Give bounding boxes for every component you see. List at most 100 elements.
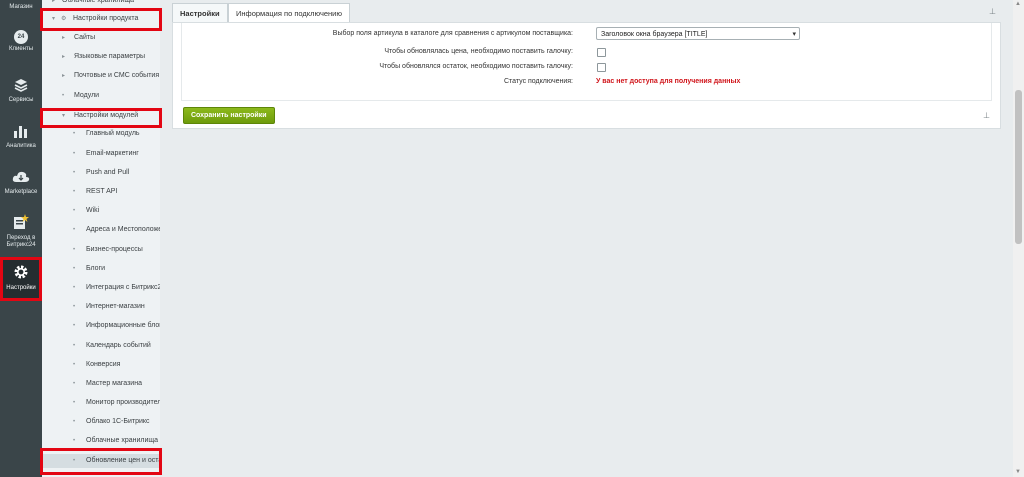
tab-settings[interactable]: Настройки	[172, 3, 228, 23]
nav-item-label: Магазин	[9, 4, 33, 10]
scrollbar-thumb[interactable]	[1015, 90, 1022, 244]
tree-item-calendar[interactable]: • Календарь событий	[42, 339, 160, 353]
tab-connection-info[interactable]: Информация по подключению	[228, 3, 350, 23]
nav-item-analytics[interactable]: Аналитика	[0, 124, 42, 152]
expand-arrow-icon: ▾	[52, 16, 56, 22]
nav-item-label: Битрикс24	[6, 242, 36, 248]
scroll-down-icon[interactable]: ▼	[1015, 469, 1021, 475]
nav-item-settings[interactable]: Настройки	[0, 259, 42, 298]
form-table: Выбор поля артикула в каталоге для сравн…	[181, 23, 992, 101]
bullet-icon: •	[73, 458, 76, 464]
tree-item-sites[interactable]: ▸ Сайты	[42, 31, 160, 45]
bullet-icon: •	[73, 343, 76, 349]
settings-card: Выбор поля артикула в каталоге для сравн…	[172, 22, 1001, 129]
page-scrollbar[interactable]: ▲ ▼	[1013, 0, 1024, 477]
tree-item-conversion[interactable]: • Конверсия	[42, 358, 160, 372]
tree-item-label: Языковые параметры	[74, 53, 145, 60]
tree-item-label: Облако 1С-Битрикс	[86, 418, 150, 425]
tree-item-label: Информационные блоки	[86, 322, 160, 329]
tree-item-perfmon[interactable]: • Монитор производительности	[42, 396, 160, 410]
nav-item-clients[interactable]: 24 Клиенты	[0, 30, 42, 60]
tree-item-bitrix-cloud[interactable]: • Облако 1С-Битрикс	[42, 415, 160, 429]
nav-item-bitrix24[interactable]: Переход в Битрикс24	[0, 214, 42, 250]
tree-item-label: Модули	[74, 92, 100, 99]
article-field-select[interactable]: Заголовок окна браузера [TITLE] ▾	[596, 27, 800, 40]
tree-item-label: Мастер магазина	[86, 380, 142, 387]
tree-item-label: Сайты	[74, 34, 96, 41]
tree-item-cloud-storage[interactable]: • Облачные хранилища	[42, 434, 160, 448]
bullet-icon: •	[73, 438, 76, 444]
tree-item-blogs[interactable]: • Блоги	[42, 262, 160, 276]
nav-item-services[interactable]: Сервисы	[0, 78, 42, 106]
bullet-icon: •	[62, 93, 65, 99]
nav-item-label: Аналитика	[6, 143, 36, 149]
tree-item-product-settings[interactable]: ▾ ⚙ Настройки продукта	[42, 12, 160, 26]
collapse-arrow-icon: ▸	[62, 73, 66, 79]
tree-item-label: REST API	[86, 188, 118, 195]
tree-item-bitrix24-integration[interactable]: • Интеграция с Битрикс24	[42, 281, 160, 295]
analytics-icon	[0, 124, 42, 141]
admin-tree-menu: ▸ Облачные хранилища ▾ ⚙ Настройки проду…	[42, 0, 161, 477]
collapse-arrow-icon: ▸	[62, 54, 66, 60]
bullet-icon: •	[73, 285, 76, 291]
tree-item-language[interactable]: ▸ Языковые параметры	[42, 50, 160, 64]
settings-tabs: Настройки Информация по подключению ⊥	[172, 3, 1001, 23]
update-price-checkbox[interactable]	[597, 48, 606, 57]
bullet-icon: •	[73, 247, 76, 253]
tree-item-cloud-storage-top[interactable]: ▸ Облачные хранилища	[42, 0, 160, 8]
nav-item-label: Marketplace	[4, 189, 38, 195]
field-label: Чтобы обновлялась цена, необходимо поста…	[384, 48, 573, 55]
services-icon	[0, 78, 42, 95]
bullet-icon: •	[73, 151, 76, 157]
tree-item-label: Wiki	[86, 207, 100, 214]
tree-item-iblocks[interactable]: • Информационные блоки	[42, 319, 160, 333]
field-label: Чтобы обновлялся остаток, необходимо пос…	[379, 63, 573, 70]
nav-item-label: Переход в	[6, 235, 36, 241]
bullet-icon: •	[73, 381, 76, 387]
tree-item-modules[interactable]: • Модули	[42, 89, 160, 103]
nav-item-marketplace[interactable]: Marketplace	[0, 170, 42, 198]
pin-icon[interactable]: ⊥	[989, 7, 996, 16]
tree-item-eshop[interactable]: • Интернет-магазин	[42, 300, 160, 314]
settings-gear-icon	[0, 264, 42, 283]
bullet-icon: •	[73, 400, 76, 406]
tree-item-label: Почтовые и СМС события	[74, 72, 160, 79]
tree-item-label: Адреса и Местоположения	[86, 226, 160, 233]
tree-item-label: Облачные хранилища	[62, 0, 135, 4]
tree-item-price-stock-update[interactable]: • Обновление цен и остатков	[42, 454, 160, 468]
bullet-icon: •	[73, 419, 76, 425]
collapse-arrow-icon: ▸	[62, 35, 66, 41]
update-stock-checkbox[interactable]	[597, 63, 606, 72]
expand-arrow-icon: ▾	[62, 113, 66, 119]
tree-item-push-pull[interactable]: • Push and Pull	[42, 166, 160, 180]
nav-item-label: Клиенты	[8, 46, 34, 52]
tree-item-shop-wizard[interactable]: • Мастер магазина	[42, 377, 160, 391]
settings-gear-icon: ⚙	[61, 16, 67, 22]
tree-item-label: Монитор производительности	[86, 399, 160, 406]
tree-item-module-settings[interactable]: ▾ Настройки модулей	[42, 109, 160, 123]
tree-item-rest-api[interactable]: • REST API	[42, 185, 160, 199]
bullet-icon: •	[73, 131, 76, 137]
field-label: Выбор поля артикула в каталоге для сравн…	[332, 30, 573, 37]
marketplace-icon	[0, 170, 42, 187]
bullet-icon: •	[73, 208, 76, 214]
pin-icon[interactable]: ⊥	[983, 111, 990, 120]
tree-item-label: Облачные хранилища	[86, 437, 159, 444]
collapse-arrow-icon: ▸	[52, 0, 56, 4]
tree-item-mail-sms-events[interactable]: ▸ Почтовые и СМС события	[42, 69, 160, 83]
tree-item-addresses[interactable]: • Адреса и Местоположения	[42, 223, 160, 237]
tree-item-wiki[interactable]: • Wiki	[42, 204, 160, 218]
tree-scroll-area	[160, 0, 172, 477]
tree-item-email-marketing[interactable]: • Email-маркетинг	[42, 147, 160, 161]
scroll-up-icon[interactable]: ▲	[1015, 1, 1021, 7]
tree-item-label: Интеграция с Битрикс24	[86, 284, 160, 291]
nav-item-label: Настройки	[6, 285, 36, 291]
nav-item-shop[interactable]: Магазин	[0, 0, 42, 14]
save-settings-button[interactable]: Сохранить настройки	[183, 107, 275, 124]
bullet-icon: •	[73, 323, 76, 329]
tree-item-label: Бизнес-процессы	[86, 246, 143, 253]
tree-item-main-module[interactable]: • Главный модуль	[42, 127, 160, 141]
select-value: Заголовок окна браузера [TITLE]	[601, 31, 708, 38]
bullet-icon: •	[73, 362, 76, 368]
tree-item-business-processes[interactable]: • Бизнес-процессы	[42, 243, 160, 257]
